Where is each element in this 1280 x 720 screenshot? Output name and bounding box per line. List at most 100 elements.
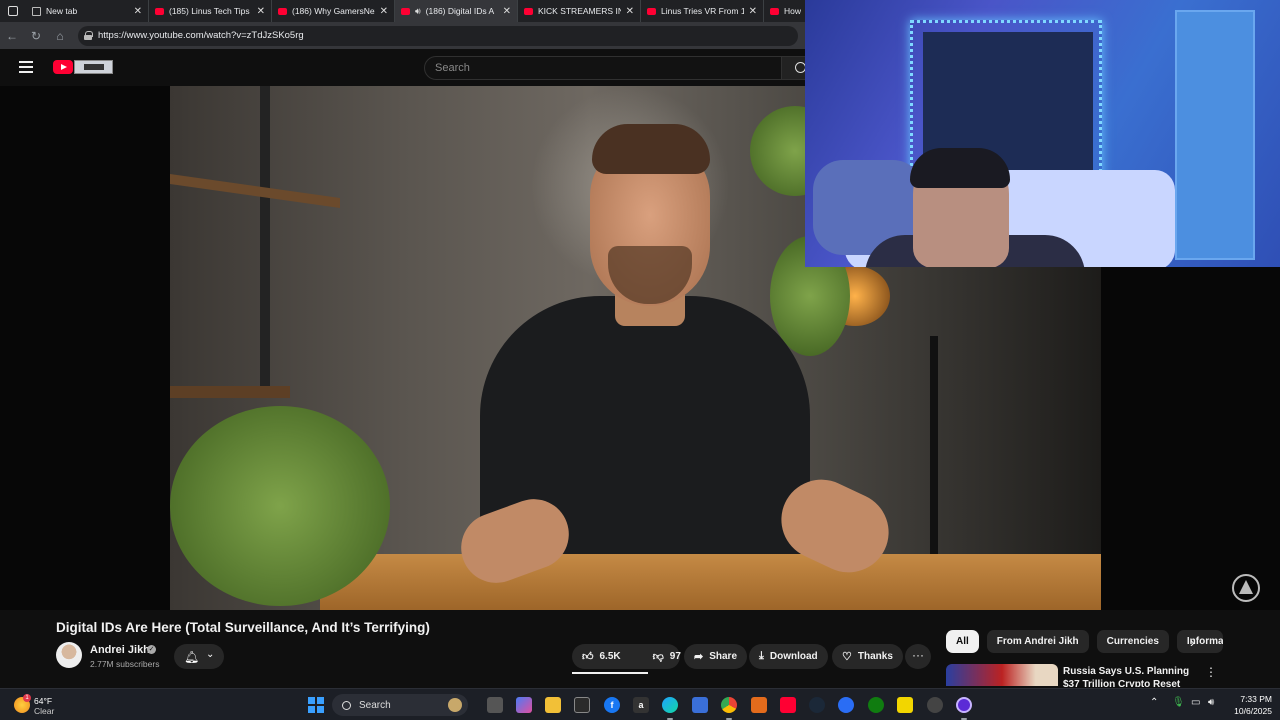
tab-close-icon[interactable]: ✕ (503, 6, 511, 17)
tab-close-icon[interactable]: ✕ (626, 6, 634, 17)
task-view-icon[interactable] (487, 697, 503, 713)
tab-close-icon[interactable]: ✕ (134, 6, 142, 17)
xbox-icon[interactable] (868, 697, 884, 713)
facebook-icon[interactable]: f (604, 697, 620, 713)
speaker-icon[interactable]: 🔊︎ (415, 6, 421, 17)
clock[interactable]: 7:33 PM 10/6/2025 (1226, 693, 1272, 717)
volume-icon[interactable]: 🔊︎ (1208, 697, 1214, 708)
vlc-icon[interactable] (751, 697, 767, 713)
share-button[interactable]: ➦ Share (684, 644, 748, 669)
tab-close-icon[interactable]: ✕ (749, 6, 757, 17)
lock-icon[interactable] (84, 31, 93, 40)
recommended-video-title[interactable]: Russia Says U.S. Planning $37 Trillion C… (1063, 665, 1203, 687)
shelf (170, 174, 340, 208)
tab-label: Linus Tries VR From 19! (661, 6, 744, 16)
tab-close-icon[interactable]: ✕ (380, 6, 388, 17)
windows-taskbar: 1 64°F Clear Search f a ⌃ 🎙︎ ▭ � (0, 688, 1280, 720)
streamer-hair (910, 148, 1010, 188)
youtube-favicon-icon (647, 7, 656, 15)
channel-avatar[interactable] (56, 642, 82, 668)
tab-label: (186) Why GamersNex (292, 6, 375, 16)
tab-2[interactable]: (186) Why GamersNex ✕ (272, 0, 395, 22)
menu-icon[interactable] (19, 61, 33, 73)
chip-from-andrei-jikh[interactable]: From Andrei Jikh (986, 630, 1089, 653)
calculator-icon[interactable] (692, 697, 708, 713)
tab-5[interactable]: Linus Tries VR From 19! ✕ (641, 0, 764, 22)
youtube-logo-doodle[interactable] (74, 60, 113, 74)
network-icon[interactable]: ▭ (1191, 697, 1200, 708)
thumbs-down-icon: 👎︎ (652, 651, 664, 663)
store-icon[interactable] (574, 697, 590, 713)
home-icon[interactable]: ⌂ (48, 22, 72, 49)
tab-3-active[interactable]: 🔊︎ (186) Digital IDs A ✕ (395, 0, 518, 22)
tab-label: KICK STREAMERS IN S( (538, 6, 621, 16)
tab-actions-icon[interactable] (0, 0, 26, 22)
search-input[interactable]: Search (424, 56, 782, 80)
windows-start-icon[interactable] (308, 697, 324, 713)
recommended-video-thumbnail[interactable] (946, 664, 1058, 686)
youtube-logo[interactable] (53, 60, 73, 74)
app-icon[interactable] (927, 697, 943, 713)
screen: New tab ✕ (185) Linus Tech Tips - ✕ (186… (0, 0, 1280, 720)
channel-name[interactable]: Andrei Jikh (90, 644, 150, 656)
youtube-favicon-icon (524, 7, 533, 15)
like-button[interactable]: 👍︎ 6.5K (572, 644, 631, 669)
download-button[interactable]: ⤓ Download (749, 644, 828, 669)
url-field[interactable]: https://www.youtube.com/watch?v=zTdJzSKo… (78, 25, 798, 46)
tab-0[interactable]: New tab ✕ (26, 0, 149, 22)
chip-currencies[interactable]: Currencies (1096, 630, 1169, 653)
file-explorer-icon[interactable] (545, 697, 561, 713)
notifications-button[interactable]: 🔔︎ ⌄ (174, 644, 224, 669)
copilot-icon[interactable] (516, 697, 532, 713)
youtube-favicon-icon (401, 7, 410, 15)
clock-date: 10/6/2025 (1234, 706, 1272, 716)
thanks-label: Thanks (857, 651, 893, 662)
presenter-hair (592, 124, 710, 174)
steam-icon[interactable] (809, 697, 825, 713)
channel-watermark-icon[interactable] (1232, 574, 1260, 602)
sticky-notes-icon[interactable] (897, 697, 913, 713)
taskbar-search[interactable]: Search (332, 694, 468, 716)
chip-all[interactable]: All (946, 630, 979, 653)
chevron-right-icon[interactable]: › (1190, 634, 1195, 650)
obs-icon[interactable] (956, 697, 972, 713)
chevron-up-icon[interactable]: ⌃ (1150, 697, 1158, 708)
reload-icon[interactable]: ↻ (24, 22, 48, 49)
thanks-heart-icon: ♡ (842, 651, 852, 663)
amazon-icon[interactable]: a (633, 697, 649, 713)
weather-widget[interactable]: 1 64°F Clear (12, 694, 72, 716)
url-text: https://www.youtube.com/watch?v=zTdJzSKo… (98, 30, 304, 41)
tab-1[interactable]: (185) Linus Tech Tips - ✕ (149, 0, 272, 22)
shelf-post (260, 86, 270, 396)
tab-4[interactable]: KICK STREAMERS IN S( ✕ (518, 0, 641, 22)
share-arrow-icon: ➦ (694, 651, 704, 663)
tripod (930, 336, 938, 556)
settings-app-icon[interactable] (838, 697, 854, 713)
shelf-lower (170, 386, 290, 398)
like-dislike-group: 👍︎ 6.5K 👎︎ 97 (572, 644, 681, 669)
bell-icon: 🔔︎ (184, 650, 200, 664)
edge-icon[interactable] (662, 697, 678, 713)
youtube-app-icon[interactable] (780, 697, 796, 713)
thanks-button[interactable]: ♡ Thanks (832, 644, 903, 669)
youtube-favicon-icon (770, 7, 779, 15)
tab-label: (185) Linus Tech Tips - (169, 6, 252, 16)
subscriber-count: 2.77M subscribers (90, 659, 160, 669)
recommended-video-menu-icon[interactable]: ⋮ (1205, 665, 1217, 679)
search-icon (342, 700, 351, 710)
youtube-favicon-icon (278, 7, 287, 15)
download-icon: ⤓ (759, 650, 764, 662)
like-count: 6.5K (599, 651, 621, 662)
microphone-icon[interactable]: 🎙︎ (1172, 697, 1185, 708)
recommendation-filter-chips: All From Andrei Jikh Currencies Informa (946, 630, 1223, 653)
tab-close-icon[interactable]: ✕ (257, 6, 265, 17)
tab-label: (186) Digital IDs A (425, 6, 495, 16)
desk (320, 554, 1101, 610)
more-actions-button[interactable]: ··· (905, 644, 931, 669)
foreground-plant (170, 406, 390, 606)
share-label: Share (709, 651, 738, 662)
chrome-icon[interactable] (721, 697, 737, 713)
back-arrow-icon[interactable]: ← (0, 22, 24, 49)
chip-informa[interactable]: Informa (1176, 630, 1223, 653)
weather-badge: 1 (23, 694, 31, 702)
